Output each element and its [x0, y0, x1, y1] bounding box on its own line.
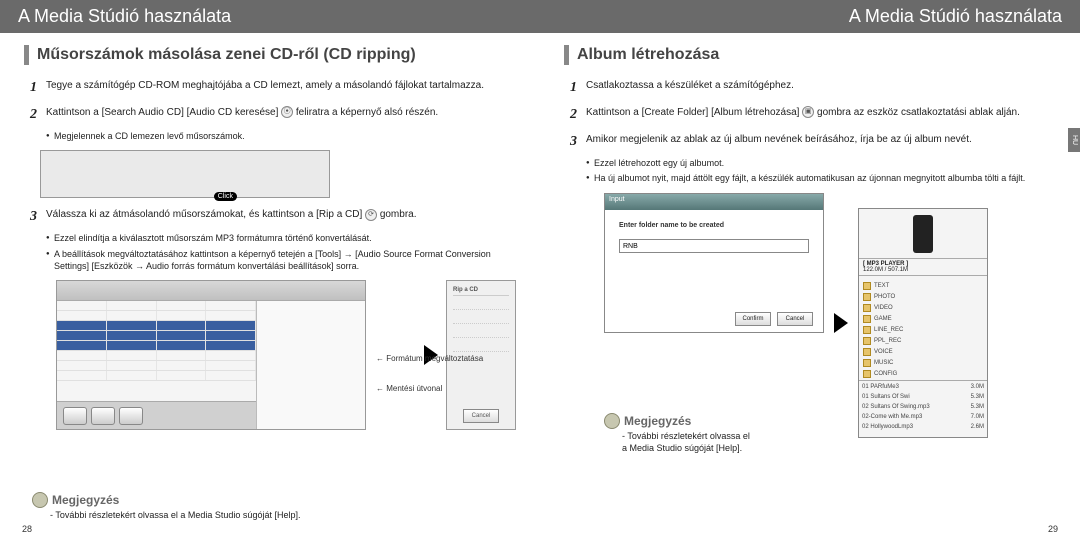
language-tab: HU: [1068, 128, 1080, 152]
tree-folder[interactable]: PPL_REC: [863, 335, 983, 346]
toolbar-btn[interactable]: [91, 407, 115, 425]
tree-folder[interactable]: MUSIC: [863, 357, 983, 368]
caption-path: ← Mentési útvonal: [376, 384, 442, 393]
file-row[interactable]: 01 PARfuMe33.0M: [862, 384, 984, 394]
r-step-2: 2 Kattintson a [Create Folder] [Album lé…: [570, 106, 1056, 125]
caption-format: ← Formátum megváltoztatása: [376, 354, 483, 363]
step-2: 2 Kattintson a [Search Audio CD] [Audio …: [30, 106, 516, 125]
device-icon: [913, 215, 933, 253]
confirm-button[interactable]: Confirm: [735, 312, 771, 326]
tree-folder[interactable]: PHOTO: [863, 291, 983, 302]
dialog-title: Input: [605, 194, 823, 210]
page-number-left: 28: [22, 524, 32, 534]
file-row[interactable]: 02-Come with Me.mp37.0M: [862, 414, 984, 424]
tree-folder[interactable]: TEXT: [863, 280, 983, 291]
tree-folder[interactable]: GAME: [863, 313, 983, 324]
tree-folder[interactable]: CONFIG: [863, 368, 983, 379]
note-line: - További részletekért olvassa el: [622, 431, 824, 441]
step3-bullet-2: A beállítások megváltoztatásához kattint…: [46, 249, 516, 272]
folder-name-input[interactable]: [619, 239, 809, 253]
dialog-prompt: Enter folder name to be created: [619, 222, 809, 229]
header-title: A Media Stúdió használata: [849, 6, 1062, 27]
note-title: Megjegyzés: [32, 492, 516, 508]
r-step3-bullet-1: Ezzel létrehozott egy új albumot.: [586, 158, 1056, 170]
step3-bullet-1: Ezzel elindítja a kiválasztott műsorszám…: [46, 233, 516, 245]
section-title-right: Album létrehozása: [564, 45, 1056, 65]
section-title-left: Műsorszámok másolása zenei CD-ről (CD ri…: [24, 45, 516, 65]
tree-folder[interactable]: LINE_REC: [863, 324, 983, 335]
figure-rip: ← Formátum megváltoztatása ← Mentési útv…: [40, 274, 516, 436]
rip-cd-icon: ⟳: [365, 209, 377, 221]
cancel-button[interactable]: Cancel: [777, 312, 813, 326]
step2-bullet: Megjelennek a CD lemezen levő műsorszámo…: [46, 131, 516, 143]
step-3: 3 Válassza ki az átmásolandó műsorszámok…: [30, 208, 516, 227]
page-right: A Media Stúdió használata Album létrehoz…: [540, 0, 1080, 540]
file-row[interactable]: 01 Sultans Of Swi5.3M: [862, 394, 984, 404]
r-step-1: 1 Csatlakoztassa a készüléket a számítóg…: [570, 79, 1056, 98]
note-line: a Media Studio súgóját [Help].: [622, 443, 824, 453]
note-box-left: Megjegyzés - További részletekért olvass…: [32, 492, 516, 520]
page-left: A Media Stúdió használata Műsorszámok má…: [0, 0, 540, 540]
tree-folder[interactable]: VOICE: [863, 346, 983, 357]
screenshot-tracklist-bar: Click: [40, 150, 330, 198]
create-folder-icon: ▣: [802, 106, 814, 118]
panel-cancel[interactable]: Cancel: [463, 409, 499, 423]
toolbar-btn[interactable]: [63, 407, 87, 425]
device-capacity: 122.0M / 507.1M: [863, 267, 983, 273]
header-bar-left: A Media Stúdió használata: [0, 0, 540, 33]
arrow-icon: [834, 313, 848, 333]
device-panel: [ MP3 PLAYER ] 122.0M / 507.1M TEXTPHOTO…: [858, 208, 988, 438]
note-title: Megjegyzés: [604, 413, 824, 429]
file-row[interactable]: 02 HollywoodLmp32.6M: [862, 424, 984, 434]
click-badge: Click: [214, 192, 237, 201]
note-box-right: Megjegyzés - További részletekért olvass…: [604, 413, 824, 453]
search-cd-icon: ⦿: [281, 106, 293, 118]
screenshot-media-studio: [56, 280, 366, 430]
right-figures: Input Enter folder name to be created Co…: [604, 193, 1056, 453]
step-1: 1 Tegye a számítógép CD-ROM meghajtójába…: [30, 79, 516, 98]
header-title: A Media Stúdió használata: [18, 6, 231, 27]
r-step-3: 3 Amikor megjelenik az ablak az új album…: [570, 133, 1056, 152]
tree-folder[interactable]: VIDEO: [863, 302, 983, 313]
file-row[interactable]: 02 Sultans Of Swing.mp35.3M: [862, 404, 984, 414]
r-step3-bullet-2: Ha új albumot nyit, majd áttölt egy fájl…: [586, 173, 1056, 185]
create-folder-dialog: Input Enter folder name to be created Co…: [604, 193, 824, 333]
header-bar-right: A Media Stúdió használata: [540, 0, 1080, 33]
note-line: - További részletekért olvassa el a Medi…: [50, 510, 516, 520]
page-number-right: 29: [1048, 524, 1058, 534]
toolbar-btn[interactable]: [119, 407, 143, 425]
